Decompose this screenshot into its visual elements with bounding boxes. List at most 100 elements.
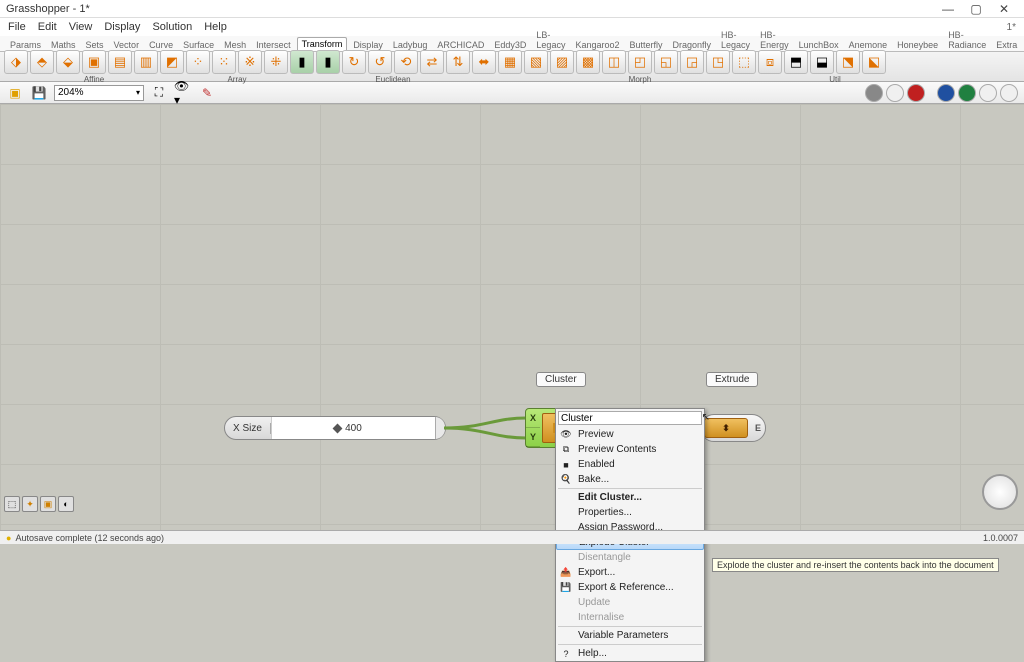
save-button[interactable]: 💾 xyxy=(30,84,48,102)
ribbon-morph-btn[interactable]: ◱ xyxy=(654,50,678,74)
ribbon-array-btn[interactable]: ⁙ xyxy=(212,50,236,74)
menu-item-label: Variable Parameters xyxy=(578,630,668,641)
ribbon-tab[interactable]: LB-Legacy xyxy=(532,29,569,51)
ribbon-euclid-btn[interactable]: ↺ xyxy=(368,50,392,74)
close-button[interactable]: ✕ xyxy=(990,2,1018,16)
menu-item-label: Export & Reference... xyxy=(578,582,674,593)
context-menu-item[interactable]: 🍳Bake... xyxy=(556,472,704,487)
context-menu-item[interactable]: Variable Parameters xyxy=(556,628,704,643)
nav-wheel[interactable] xyxy=(982,474,1018,510)
status-text: Autosave complete (12 seconds ago) xyxy=(15,533,164,543)
app-title: Grasshopper - 1* xyxy=(6,3,90,15)
ribbon-morph-btn[interactable]: ◳ xyxy=(706,50,730,74)
ribbon-util-btn[interactable]: ⬓ xyxy=(810,50,834,74)
context-menu-item: Internalise xyxy=(556,610,704,625)
document-toolbar: ▣ 💾 204% ⛶ 👁▾ ✎ xyxy=(0,82,1024,104)
menu-item-icon: ? xyxy=(559,649,573,659)
ribbon-util-btn[interactable]: ⬒ xyxy=(784,50,808,74)
menu-solution[interactable]: Solution xyxy=(152,21,192,33)
ribbon-util-btn[interactable]: ⬕ xyxy=(862,50,886,74)
zoom-combo[interactable]: 204% xyxy=(54,85,144,101)
maximize-button[interactable]: ▢ xyxy=(962,2,990,16)
ribbon-affine-btn[interactable]: ⬙ xyxy=(56,50,80,74)
ribbon-morph-btn[interactable]: ▨ xyxy=(550,50,574,74)
context-menu-item[interactable]: 💾Export & Reference... xyxy=(556,580,704,595)
ribbon-morph-btn[interactable]: ▦ xyxy=(498,50,522,74)
ribbon-euclid-btn[interactable]: ⟲ xyxy=(394,50,418,74)
menu-view[interactable]: View xyxy=(69,21,93,33)
ribbon-euclid-btn[interactable]: ↻ xyxy=(342,50,366,74)
ribbon-euclid-btn[interactable]: ▮ xyxy=(316,50,340,74)
ribbon-tab[interactable]: HB-Radiance xyxy=(944,29,990,51)
ribbon-affine-btn[interactable]: ▤ xyxy=(108,50,132,74)
minimize-button[interactable]: — xyxy=(934,2,962,16)
context-menu-item[interactable]: ■Enabled xyxy=(556,457,704,472)
ribbon-tab[interactable]: HB-Legacy xyxy=(717,29,754,51)
open-button[interactable]: ▣ xyxy=(6,84,24,102)
ribbon-array-btn[interactable]: ⁜ xyxy=(264,50,288,74)
slider-grip-icon[interactable] xyxy=(332,423,342,433)
ribbon-morph-btn[interactable]: ▩ xyxy=(576,50,600,74)
ribbon-morph-btn[interactable]: ▧ xyxy=(524,50,548,74)
menu-item-icon: 👁 xyxy=(559,429,573,440)
context-menu-item[interactable]: Edit Cluster... xyxy=(556,490,704,505)
tooltip: Explode the cluster and re-insert the co… xyxy=(712,558,999,572)
shade-mode-icon[interactable] xyxy=(1000,84,1018,102)
ribbon-morph-btn[interactable]: ⬚ xyxy=(732,50,756,74)
canvas-tool-icon[interactable]: ✦ xyxy=(22,496,38,512)
preview-toggle[interactable]: 👁▾ xyxy=(174,84,192,102)
ribbon-euclid-btn[interactable]: ⇄ xyxy=(420,50,444,74)
menu-file[interactable]: File xyxy=(8,21,26,33)
ribbon-group-label: Affine xyxy=(84,75,104,84)
context-menu-item[interactable]: Properties... xyxy=(556,505,704,520)
shade-mode-icon[interactable] xyxy=(958,84,976,102)
context-menu-item[interactable]: ?Help... xyxy=(556,646,704,661)
view-mode-icon[interactable] xyxy=(865,84,883,102)
canvas-tool-icon[interactable]: ⬚ xyxy=(4,496,20,512)
ribbon-morph-btn[interactable]: ◫ xyxy=(602,50,626,74)
menu-display[interactable]: Display xyxy=(104,21,140,33)
sketch-button[interactable]: ✎ xyxy=(198,84,216,102)
context-menu-item[interactable]: 👁Preview xyxy=(556,427,704,442)
ribbon-affine-btn[interactable]: ▣ xyxy=(82,50,106,74)
ribbon-tab[interactable]: Extra xyxy=(992,39,1021,51)
canvas-tool-icon[interactable]: ▣ xyxy=(40,496,56,512)
ribbon-euclid-btn[interactable]: ⬌ xyxy=(472,50,496,74)
ribbon-morph-btn[interactable]: ⧈ xyxy=(758,50,782,74)
menu-item-label: Edit Cluster... xyxy=(578,492,642,503)
shade-mode-icon[interactable] xyxy=(937,84,955,102)
context-menu-item[interactable]: ⧉Preview Contents xyxy=(556,442,704,457)
shade-mode-icon[interactable] xyxy=(979,84,997,102)
cluster-input-y[interactable]: Y xyxy=(526,428,540,447)
ribbon-tab[interactable]: HB-Energy xyxy=(756,29,793,51)
slider-track[interactable]: 400 xyxy=(271,417,435,439)
menu-item-icon: ⧉ xyxy=(559,444,573,455)
ribbon-euclid-btn[interactable]: ▮ xyxy=(290,50,314,74)
ribbon-affine-btn[interactable]: ⬗ xyxy=(4,50,28,74)
canvas[interactable]: X Size 400 Cluster Extrude ⬍ E X Y ↖ 👁Pr… xyxy=(0,104,1024,530)
ribbon-affine-btn[interactable]: ▥ xyxy=(134,50,158,74)
zoom-extents-button[interactable]: ⛶ xyxy=(150,84,168,102)
extrude-output[interactable]: E xyxy=(751,423,765,433)
ribbon-affine-btn[interactable]: ◩ xyxy=(160,50,184,74)
ribbon-affine-btn[interactable]: ⬘ xyxy=(30,50,54,74)
ribbon-morph-btn[interactable]: ◲ xyxy=(680,50,704,74)
menu-item-icon: 📤 xyxy=(559,567,573,578)
ribbon-util-btn[interactable]: ⬔ xyxy=(836,50,860,74)
menu-help[interactable]: Help xyxy=(204,21,227,33)
menu-edit[interactable]: Edit xyxy=(38,21,57,33)
number-slider[interactable]: X Size 400 xyxy=(224,416,446,440)
ribbon-array-btn[interactable]: ※ xyxy=(238,50,262,74)
ribbon-euclid-btn[interactable]: ⇅ xyxy=(446,50,470,74)
view-mode-icon[interactable] xyxy=(886,84,904,102)
ribbon-array-btn[interactable]: ⁘ xyxy=(186,50,210,74)
bulb-icon: ● xyxy=(6,533,11,543)
context-menu-name-input[interactable] xyxy=(558,411,702,425)
context-menu-name-field[interactable]: ↖ xyxy=(556,409,704,427)
ribbon-morph-btn[interactable]: ◰ xyxy=(628,50,652,74)
cluster-input-x[interactable]: X xyxy=(526,409,540,428)
view-mode-icon[interactable] xyxy=(907,84,925,102)
canvas-tool-icon[interactable]: ◐ xyxy=(58,496,74,512)
context-menu-item[interactable]: 📤Export... xyxy=(556,565,704,580)
ribbon-tab[interactable]: Honeybee xyxy=(893,39,942,51)
